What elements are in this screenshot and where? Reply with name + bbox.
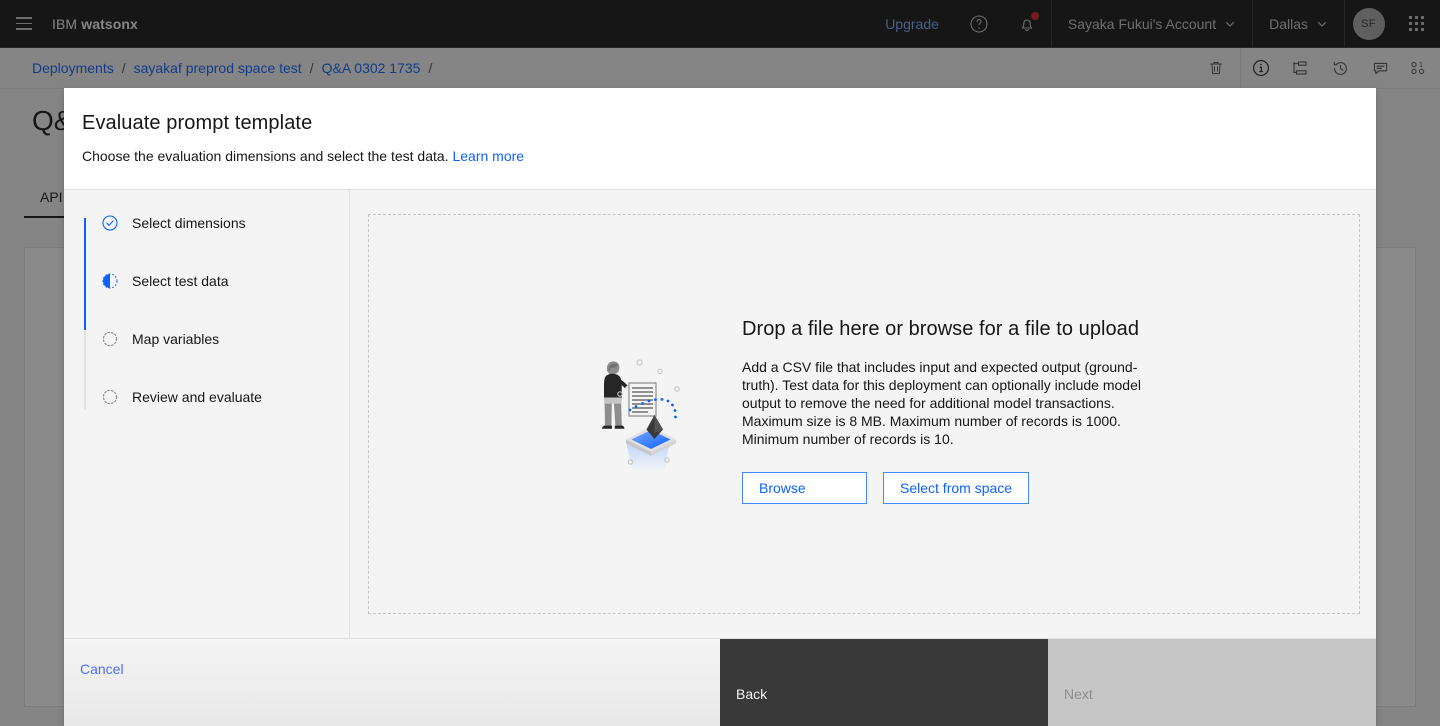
dropzone-text: Drop a file here or browse for a file to… [742, 316, 1144, 504]
browse-button[interactable]: Browse [742, 472, 867, 504]
step-label: Map variables [132, 331, 220, 347]
modal-subtitle: Choose the evaluation dimensions and sel… [82, 147, 1356, 165]
progress-step-list: Select dimensions Select test data Map v… [84, 214, 349, 446]
modal-title: Evaluate prompt template [82, 112, 313, 134]
step-map-variables[interactable]: Map variables [84, 330, 349, 388]
file-dropzone[interactable]: Drop a file here or browse for a file to… [368, 214, 1360, 614]
dropzone-actions: Browse Select from space [742, 472, 1144, 504]
learn-more-link[interactable]: Learn more [452, 148, 524, 164]
dotted-circle-icon [102, 331, 118, 347]
half-circle-icon [102, 273, 118, 289]
person-uploading-file-illustration [584, 349, 684, 471]
dotted-circle-icon [102, 389, 118, 405]
modal-body: Select dimensions Select test data Map v… [64, 189, 1376, 638]
evaluate-prompt-template-modal: Evaluate prompt template Choose the eval… [64, 88, 1376, 726]
back-button[interactable]: Back [720, 639, 1048, 726]
step-label: Review and evaluate [132, 389, 262, 405]
dropzone-heading: Drop a file here or browse for a file to… [742, 318, 1140, 340]
cancel-button[interactable]: Cancel [80, 661, 124, 677]
upload-pane: Drop a file here or browse for a file to… [350, 190, 1376, 638]
step-label: Select test data [132, 273, 229, 289]
modal-footer: Cancel Back Next [64, 638, 1376, 726]
app-root: IBM watsonx Upgrade Sayak [0, 0, 1440, 726]
select-from-space-button[interactable]: Select from space [883, 472, 1030, 504]
dropzone-content: Drop a file here or browse for a file to… [584, 316, 1144, 504]
check-circle-icon [102, 215, 118, 231]
progress-rail-fill [84, 218, 86, 330]
next-button: Next [1048, 639, 1376, 726]
modal-subtitle-text: Choose the evaluation dimensions and sel… [82, 148, 449, 164]
footer-left: Cancel [64, 639, 720, 726]
step-select-dimensions[interactable]: Select dimensions [84, 214, 349, 272]
dropzone-description: Add a CSV file that includes input and e… [742, 359, 1141, 447]
progress-indicator: Select dimensions Select test data Map v… [64, 190, 350, 638]
modal-header: Evaluate prompt template Choose the eval… [64, 88, 1376, 189]
step-label: Select dimensions [132, 215, 246, 231]
step-review-and-evaluate[interactable]: Review and evaluate [84, 388, 349, 446]
step-select-test-data[interactable]: Select test data [84, 272, 349, 330]
